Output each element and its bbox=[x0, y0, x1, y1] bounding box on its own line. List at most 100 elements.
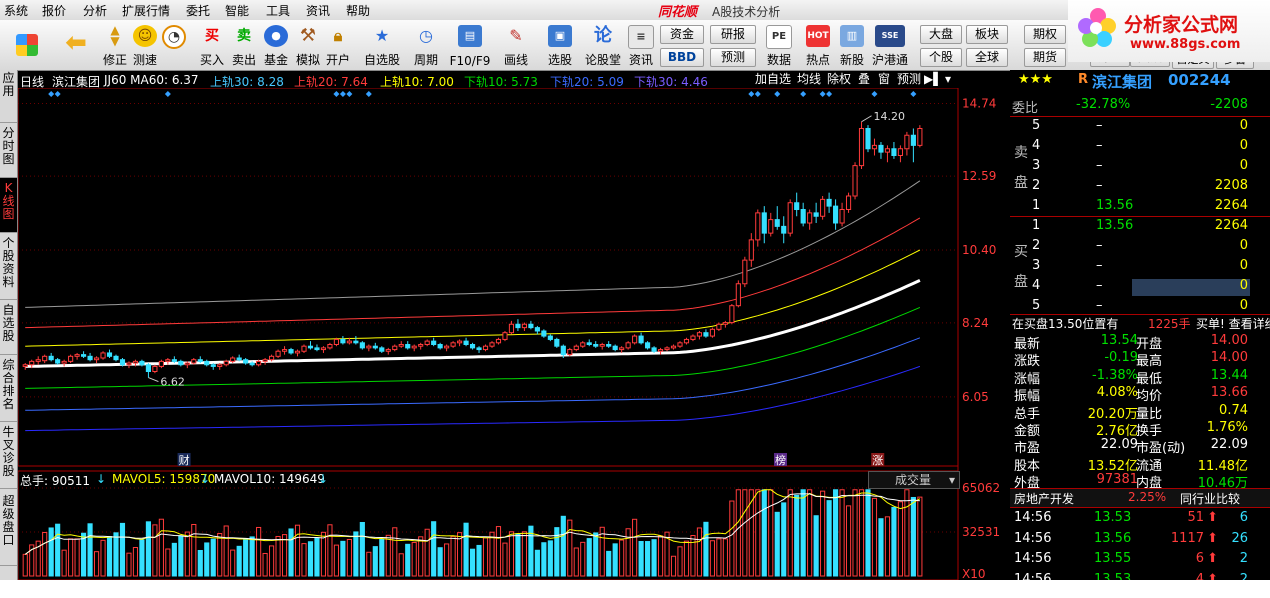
toolbar-fix[interactable]: ▲ ▼ 修正 bbox=[100, 20, 130, 70]
toolbar-f10[interactable]: ▤ F10/F9 bbox=[448, 20, 492, 70]
volume-bar bbox=[256, 526, 262, 577]
tab-ranking[interactable]: 综合排名 bbox=[0, 355, 17, 422]
toolbar-buy[interactable]: 买 买入 bbox=[198, 20, 226, 70]
event-marker-icon[interactable] bbox=[910, 91, 917, 97]
toolbar-back[interactable]: ⬅ bbox=[56, 20, 96, 70]
volume-bar bbox=[444, 543, 450, 577]
event-marker-icon[interactable] bbox=[871, 91, 878, 97]
tab-timeshare[interactable]: 分时图 bbox=[0, 123, 17, 178]
toolbar-sim[interactable]: ⚒ 模拟 bbox=[294, 20, 322, 70]
event-marker-icon[interactable] bbox=[54, 91, 61, 97]
menu-news[interactable]: 资讯 bbox=[306, 2, 330, 19]
bbd-button[interactable]: BBD bbox=[660, 48, 704, 67]
event-marker-icon[interactable] bbox=[346, 91, 353, 97]
stat-value-2: 13.66 bbox=[1210, 385, 1248, 401]
event-marker-icon[interactable] bbox=[339, 91, 346, 97]
toolbar-hk-connect[interactable]: SSE 沪港通 bbox=[868, 20, 912, 70]
industry-name[interactable]: 房地产开发 bbox=[1014, 490, 1074, 507]
menu-quote[interactable]: 报价 bbox=[42, 2, 66, 19]
toolbar-windows[interactable] bbox=[8, 20, 46, 70]
menu-trade[interactable]: 委托 bbox=[186, 2, 210, 19]
candle-body bbox=[586, 342, 592, 345]
toolbar-open-account[interactable]: 🔒︎ 开户 bbox=[324, 20, 352, 70]
menu-analysis[interactable]: 分析 bbox=[83, 2, 107, 19]
options-button[interactable]: 期权 bbox=[1024, 25, 1066, 44]
exright-button[interactable]: 除权 bbox=[824, 71, 854, 88]
toolbar-period[interactable]: ◷ 周期 bbox=[406, 20, 446, 70]
menu-system[interactable]: 系统 bbox=[4, 2, 28, 19]
menu-help[interactable]: 帮助 bbox=[346, 2, 370, 19]
forecast-button[interactable]: 预测 bbox=[710, 48, 756, 67]
volume-bar bbox=[307, 541, 314, 577]
candle-body bbox=[119, 359, 126, 366]
sector-button[interactable]: 板块 bbox=[966, 25, 1008, 44]
volume-bar bbox=[55, 523, 61, 577]
window-button[interactable]: 窗 bbox=[874, 71, 894, 88]
candle-body bbox=[865, 128, 871, 150]
ma-button[interactable]: 均线 bbox=[794, 71, 824, 88]
event-marker-icon[interactable] bbox=[164, 91, 171, 97]
volume-bar bbox=[645, 541, 651, 577]
kline-chart[interactable]: 14.74 12.59 10.40 8.24 6.05 14.20 6.62 财 榜 涨 65062… bbox=[18, 88, 1008, 580]
menu-tools[interactable]: 工具 bbox=[266, 2, 290, 19]
tab-diagnosis[interactable]: 牛叉诊股 bbox=[0, 422, 17, 489]
market-index-button[interactable]: 大盘 bbox=[920, 25, 962, 44]
toolbar-ipo[interactable]: ▥ 新股 bbox=[836, 20, 868, 70]
forecast-chart-button[interactable]: 预测 bbox=[894, 71, 924, 88]
funds-button[interactable]: 资金 bbox=[660, 25, 704, 44]
futures-button[interactable]: 期货 bbox=[1024, 48, 1066, 67]
toolbar-speedtest[interactable]: ☺ 测速 bbox=[131, 20, 159, 70]
tab-watchlist[interactable]: 自选股 bbox=[0, 300, 17, 355]
event-tag-label[interactable]: 涨 bbox=[872, 454, 883, 467]
toolbar-watchlist[interactable]: ★ 自选股 bbox=[362, 20, 402, 70]
tab-apps[interactable]: 应用 bbox=[0, 70, 17, 123]
event-marker-icon[interactable] bbox=[754, 91, 761, 97]
add-watchlist-button[interactable]: 加自选 bbox=[752, 71, 794, 88]
research-button[interactable]: 研报 bbox=[710, 25, 756, 44]
event-marker-icon[interactable] bbox=[819, 91, 826, 97]
toolbar-news[interactable]: ≡ 资讯 bbox=[624, 20, 658, 70]
global-button[interactable]: 全球 bbox=[966, 48, 1008, 67]
menu-extended-quote[interactable]: 扩展行情 bbox=[122, 2, 170, 19]
event-marker-icon[interactable] bbox=[826, 91, 833, 97]
candle-body bbox=[100, 352, 106, 359]
event-marker-icon[interactable] bbox=[748, 91, 755, 97]
toolbar-draw[interactable]: ✎ 画线 bbox=[496, 20, 536, 70]
volume-bar bbox=[294, 524, 301, 577]
candle-body bbox=[508, 323, 515, 334]
menu-smart[interactable]: 智能 bbox=[225, 2, 249, 19]
overlay-button[interactable]: 叠 bbox=[854, 71, 874, 88]
volume-bar bbox=[502, 542, 508, 577]
tab-profile[interactable]: 个股资料 bbox=[0, 233, 17, 300]
toolbar-fund[interactable]: ● 基金 bbox=[262, 20, 290, 70]
event-tag-label[interactable]: 财 bbox=[179, 453, 190, 467]
toolbar-sell[interactable]: 卖 卖出 bbox=[230, 20, 258, 70]
tab-super-level2[interactable]: 超级盘口 bbox=[0, 489, 17, 566]
event-tag-label[interactable]: 榜 bbox=[775, 453, 786, 467]
chart-menu-chevron-icon[interactable]: ▾ bbox=[942, 71, 954, 88]
stock-button[interactable]: 个股 bbox=[920, 48, 962, 67]
candle-body bbox=[191, 359, 197, 364]
event-marker-icon[interactable] bbox=[365, 91, 372, 97]
industry-compare-button[interactable]: 同行业比较 bbox=[1180, 490, 1240, 507]
price-tick-label: 10.40 bbox=[962, 243, 996, 257]
event-marker-icon[interactable] bbox=[48, 91, 55, 97]
toolbar-forum[interactable]: 论 论股堂 bbox=[583, 20, 623, 70]
toolbar-screen[interactable]: ▣ 选股 bbox=[540, 20, 580, 70]
indicator-select[interactable]: 成交量 ▾ bbox=[868, 471, 960, 489]
toolbar-clock[interactable]: ◔ bbox=[160, 20, 188, 70]
level2-notice-link[interactable]: 买单! 查看详细 bbox=[1196, 315, 1270, 332]
candle-body bbox=[709, 328, 715, 337]
fund-icon: ● bbox=[264, 25, 288, 47]
event-marker-icon[interactable] bbox=[774, 91, 781, 97]
tab-kline[interactable]: K线图 bbox=[0, 178, 17, 233]
toolbar-hot[interactable]: HOT 热点 bbox=[800, 20, 836, 70]
toolbar-data[interactable]: PE 数据 bbox=[760, 20, 798, 70]
event-marker-icon[interactable] bbox=[333, 91, 340, 97]
volume-bar bbox=[275, 535, 281, 577]
chart-nav-icon[interactable]: ▶▌ bbox=[924, 71, 942, 88]
candle-body bbox=[178, 360, 184, 366]
sell-level-volume: 0 bbox=[1239, 158, 1248, 173]
event-marker-icon[interactable] bbox=[800, 91, 807, 97]
sell-level-price: – bbox=[1096, 118, 1103, 133]
